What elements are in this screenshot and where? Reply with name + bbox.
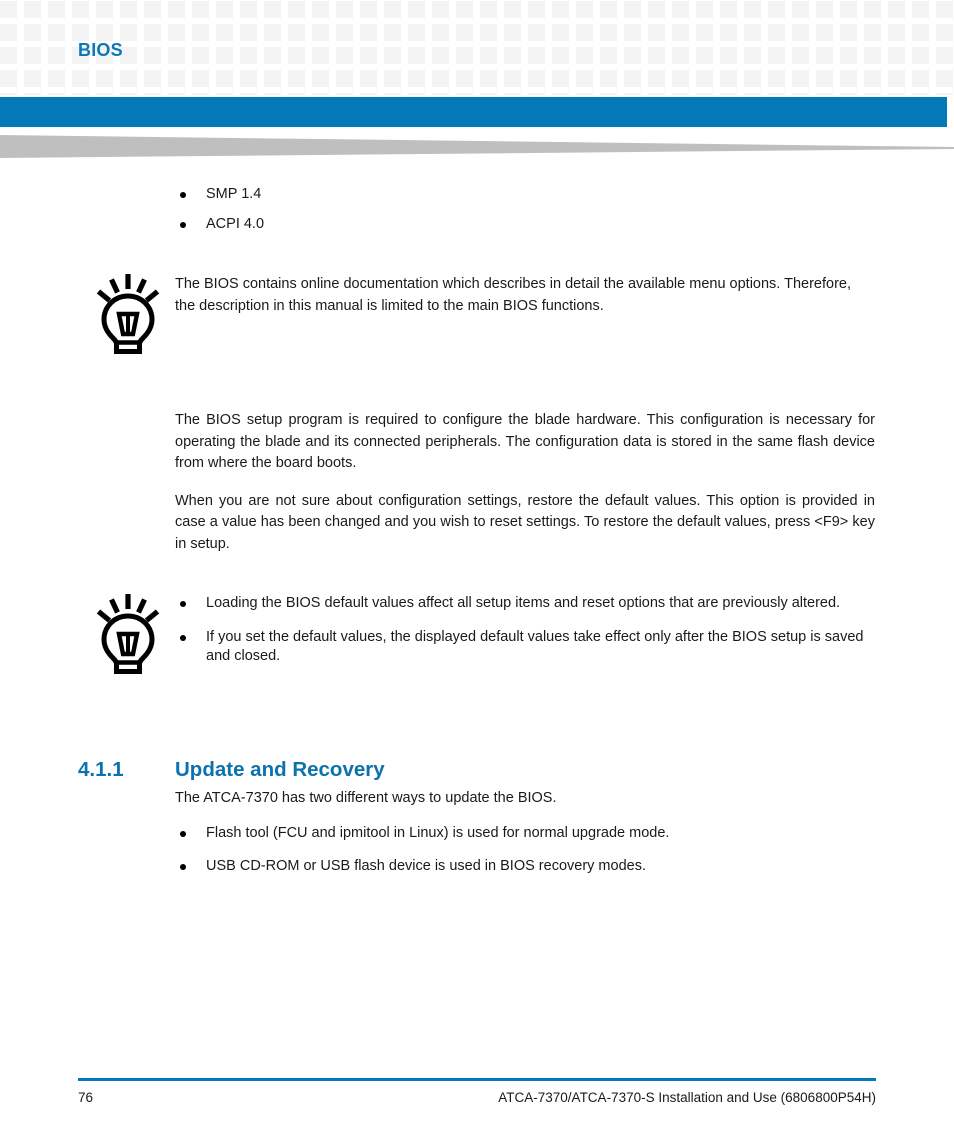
bullet-dot-icon	[180, 192, 186, 198]
body-paragraph: The BIOS setup program is required to co…	[175, 412, 875, 471]
page-footer: 76 ATCA-7370/ATCA-7370-S Installation an…	[0, 1078, 954, 1138]
page-header: BIOS	[0, 0, 954, 158]
list-item-label: ACPI 4.0	[206, 215, 265, 232]
footer-divider	[78, 1078, 876, 1081]
footer-document-title: ATCA-7370/ATCA-7370-S Installation and U…	[498, 1090, 876, 1105]
lightbulb-tip-icon	[96, 274, 160, 354]
spec-bullet-list: SMP 1.4 ACPI 4.0	[175, 185, 875, 234]
section-bullet-list: Flash tool (FCU and ipmitool in Linux) i…	[175, 824, 875, 877]
header-gray-wedge	[0, 135, 954, 158]
list-item: Flash tool (FCU and ipmitool in Linux) i…	[175, 824, 875, 844]
bullet-dot-icon	[180, 221, 186, 228]
section-body-block: The ATCA-7370 has two different ways to …	[175, 788, 875, 877]
list-item: SMP 1.4	[175, 185, 875, 205]
list-item-label: Loading the BIOS default values affect a…	[206, 595, 841, 611]
list-item: ACPI 4.0	[175, 215, 875, 235]
list-item: If you set the default values, the displ…	[175, 628, 875, 667]
header-accent-bar	[0, 97, 947, 127]
list-item-label: Flash tool (FCU and ipmitool in Linux) i…	[206, 824, 670, 841]
header-grid-pattern	[0, 0, 954, 95]
tip-callout-one-text-wrapper: The BIOS contains online documentation w…	[175, 274, 875, 317]
section-intro-paragraph: The ATCA-7370 has two different ways to …	[175, 790, 557, 806]
list-item-label: USB CD-ROM or USB flash device is used i…	[206, 858, 646, 874]
list-item-label: If you set the default values, the displ…	[206, 628, 864, 665]
spec-bullet-block: SMP 1.4 ACPI 4.0	[175, 185, 875, 234]
lightbulb-tip-icon	[96, 594, 160, 674]
bullet-dot-icon	[180, 634, 186, 641]
tip-callout-one-text: The BIOS contains online documentation w…	[175, 276, 851, 314]
tip-callout-two-list: Loading the BIOS default values affect a…	[175, 594, 875, 667]
section-number: 4.1.1	[78, 758, 124, 781]
body-paragraph-block: The BIOS setup program is required to co…	[175, 410, 875, 555]
section-title: Update and Recovery	[175, 758, 385, 781]
list-item: USB CD-ROM or USB flash device is used i…	[175, 857, 875, 877]
tip-callout-two-list-wrapper: Loading the BIOS default values affect a…	[175, 594, 875, 667]
bullet-dot-icon	[180, 830, 186, 837]
list-item-label: SMP 1.4	[206, 186, 262, 202]
bullet-dot-icon	[180, 601, 186, 607]
body-paragraph: When you are not sure about configuratio…	[175, 492, 875, 552]
page-header-title: BIOS	[78, 40, 123, 60]
section-heading: 4.1.1 Update and Recovery	[78, 757, 878, 783]
bullet-dot-icon	[180, 864, 186, 870]
list-item: Loading the BIOS default values affect a…	[175, 594, 875, 614]
